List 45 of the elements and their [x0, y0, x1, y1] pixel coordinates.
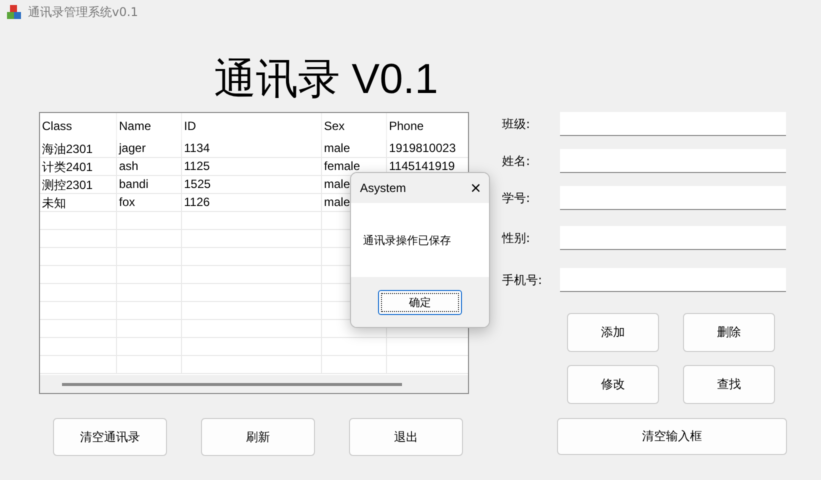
clear-inputs-button[interactable]: 清空输入框: [557, 418, 787, 455]
input-field[interactable]: [560, 226, 786, 250]
action-button[interactable]: 清空通讯录: [53, 418, 167, 456]
table-cell: 1125: [182, 158, 322, 176]
table-cell: 未知: [40, 194, 117, 212]
horizontal-scrollbar[interactable]: [62, 382, 402, 386]
action-button[interactable]: 刷新: [201, 418, 315, 456]
table-cell: 测控2301: [40, 176, 117, 194]
ok-button[interactable]: 确定: [378, 290, 462, 314]
action-button[interactable]: 查找: [683, 365, 775, 404]
table-cell: bandi: [117, 176, 182, 194]
table-cell: 计类2401: [40, 158, 117, 176]
column-header[interactable]: Name: [117, 113, 182, 140]
input-field[interactable]: [560, 112, 786, 136]
table-cell: jager: [117, 140, 182, 158]
table-cell: 海油2301: [40, 140, 117, 158]
column-header[interactable]: ID: [182, 113, 322, 140]
input-field[interactable]: [560, 149, 786, 173]
empty-table-cell: [322, 338, 387, 356]
field-label: 性别:: [502, 230, 532, 246]
table-cell: 1126: [182, 194, 322, 212]
table-cell: 1525: [182, 176, 322, 194]
action-button[interactable]: 退出: [349, 418, 463, 456]
field-label: 手机号:: [502, 272, 544, 288]
field-label: 姓名:: [502, 152, 532, 170]
input-field[interactable]: [560, 268, 786, 292]
field-label: 学号:: [502, 190, 532, 206]
table-cell: 1134: [182, 140, 322, 158]
window-title: 通讯录管理系统v0.1: [28, 4, 138, 20]
column-header[interactable]: Phone: [387, 113, 468, 140]
column-header[interactable]: Sex: [322, 113, 387, 140]
action-button[interactable]: 添加: [567, 313, 659, 352]
dialog-message: 通讯录操作已保存: [363, 234, 451, 247]
action-button[interactable]: 删除: [683, 313, 775, 352]
cubes-icon: [6, 4, 22, 20]
input-field[interactable]: [560, 186, 786, 210]
action-button[interactable]: 修改: [567, 365, 659, 404]
table-cell: male: [322, 140, 387, 158]
field-label: 班级:: [502, 116, 532, 132]
table-cell: ash: [117, 158, 182, 176]
close-button[interactable]: ×: [470, 178, 481, 198]
table-cell: fox: [117, 194, 182, 212]
column-header[interactable]: Class: [40, 113, 117, 140]
app-heading: 通讯录 V0.1: [213, 54, 440, 104]
table-cell: 1919810023: [387, 140, 468, 158]
